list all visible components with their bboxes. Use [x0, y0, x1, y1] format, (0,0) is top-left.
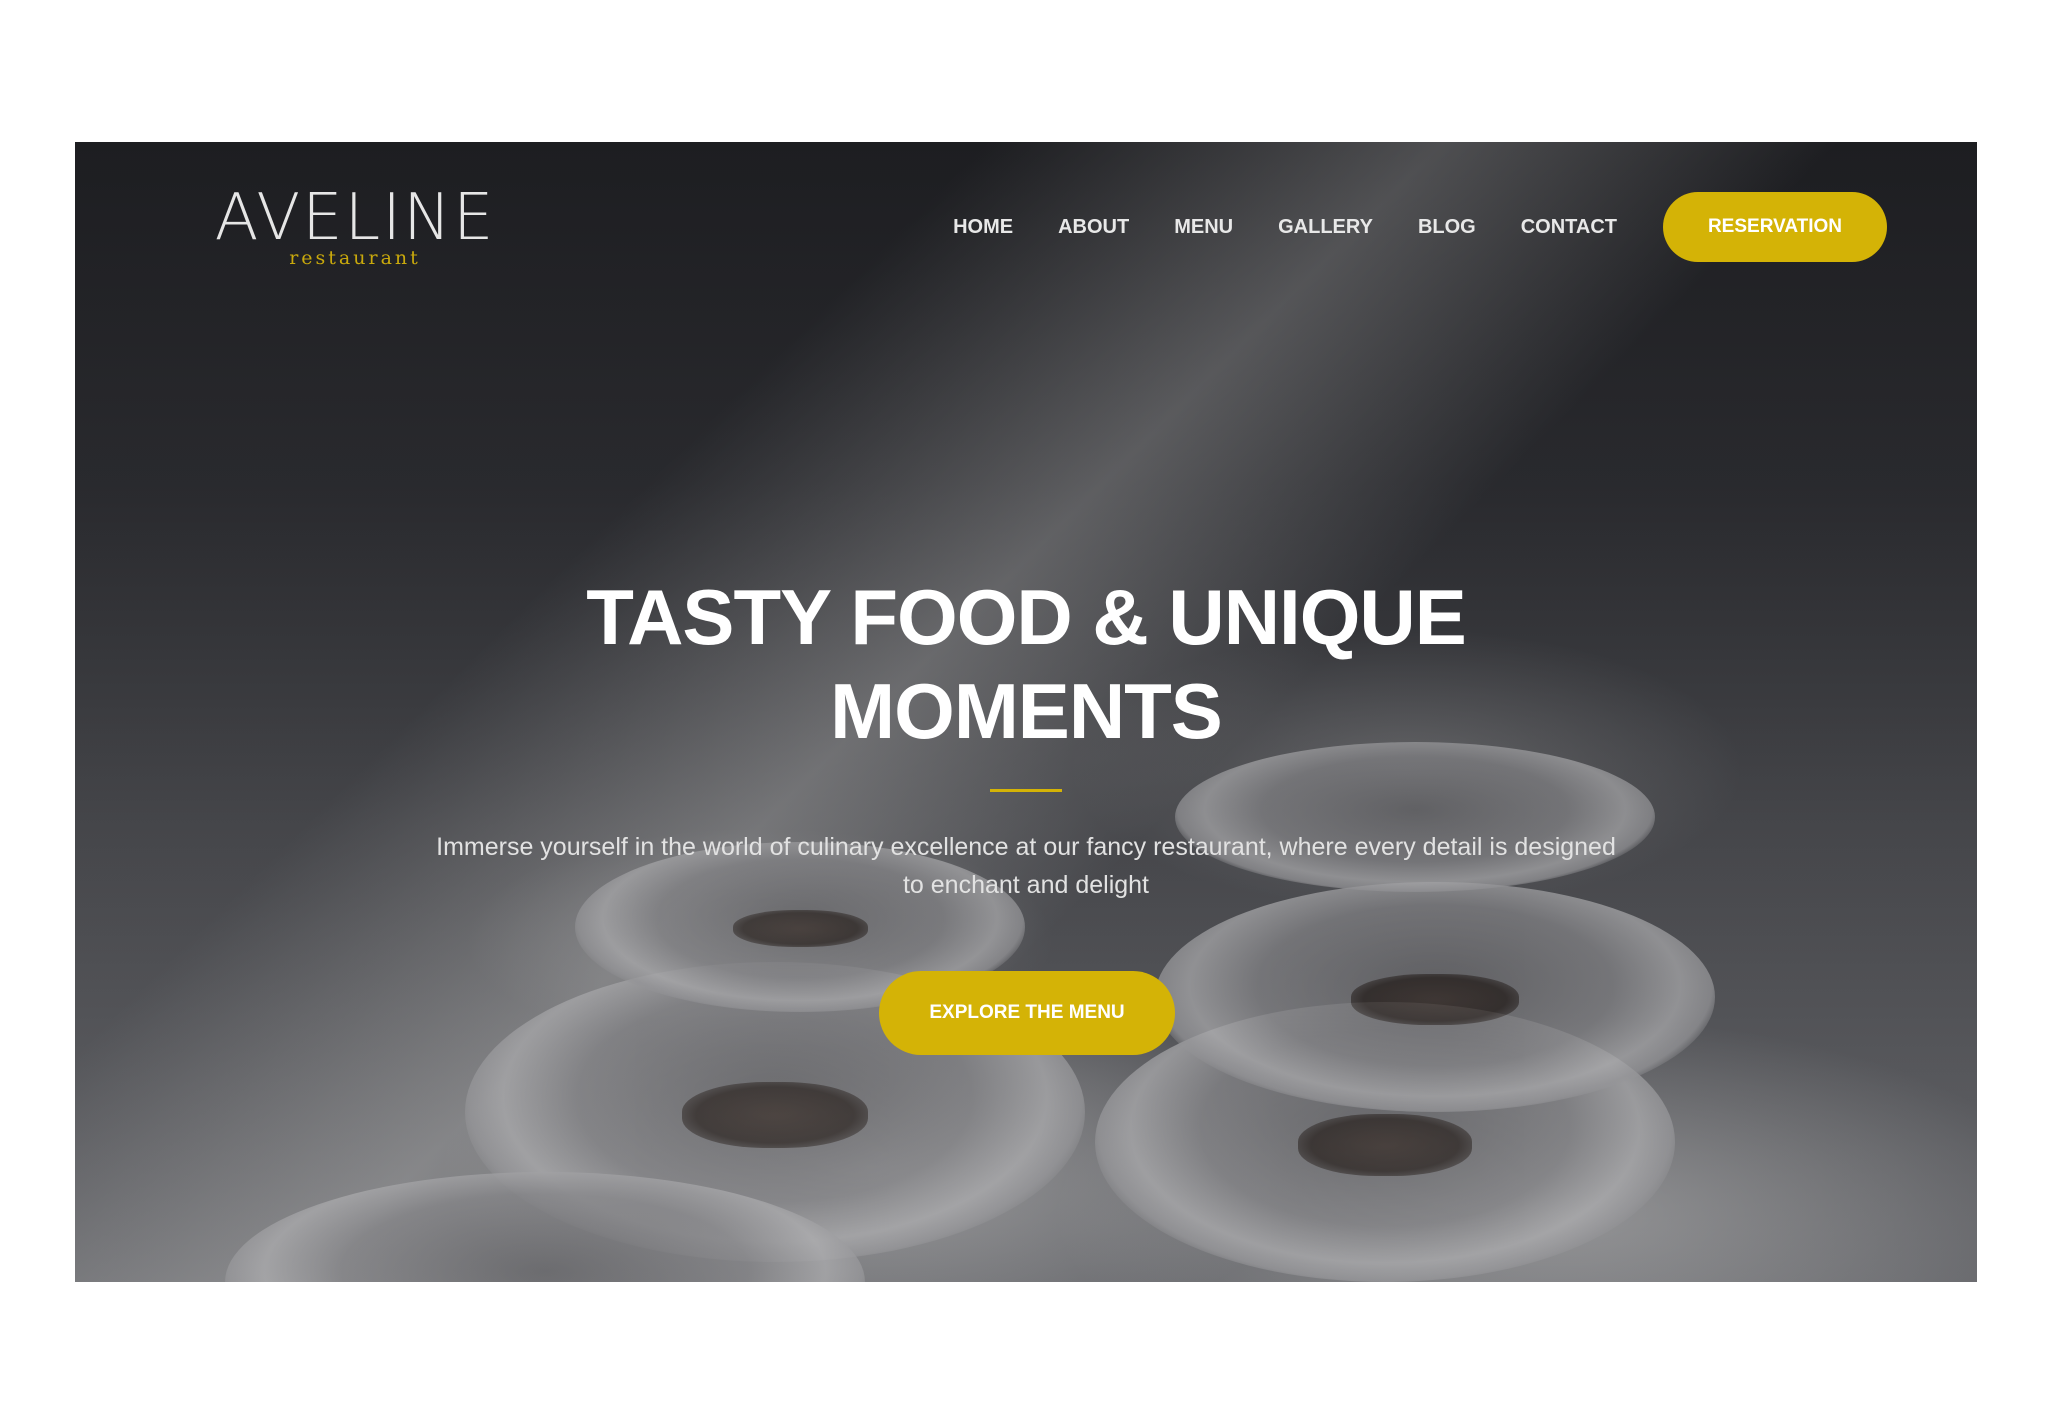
main-navigation: HOME ABOUT MENU GALLERY BLOG CONTACT RES… — [953, 192, 1887, 262]
nav-item-gallery[interactable]: GALLERY — [1278, 216, 1373, 239]
brand-logo[interactable]: AVELINE restaurant — [195, 184, 515, 268]
hero-headline: TASTY FOOD & UNIQUE MOMENTS — [75, 570, 1977, 758]
nav-item-contact[interactable]: CONTACT — [1521, 216, 1617, 239]
explore-menu-button[interactable]: EXPLORE THE MENU — [879, 971, 1175, 1055]
hero-headline-line-2: MOMENTS — [830, 667, 1223, 755]
headline-divider — [990, 789, 1062, 792]
hero-description: Immerse yourself in the world of culinar… — [436, 833, 1616, 899]
nav-item-about[interactable]: ABOUT — [1058, 216, 1129, 239]
reservation-button[interactable]: RESERVATION — [1663, 192, 1887, 262]
nav-item-blog[interactable]: BLOG — [1418, 216, 1476, 239]
brand-name: AVELINE — [214, 181, 496, 255]
hero-headline-line-1: TASTY FOOD & UNIQUE — [586, 573, 1466, 661]
hero-section: AVELINE restaurant HOME ABOUT MENU GALLE… — [75, 142, 1977, 1282]
nav-item-menu[interactable]: MENU — [1174, 216, 1233, 239]
nav-item-home[interactable]: HOME — [953, 216, 1013, 239]
